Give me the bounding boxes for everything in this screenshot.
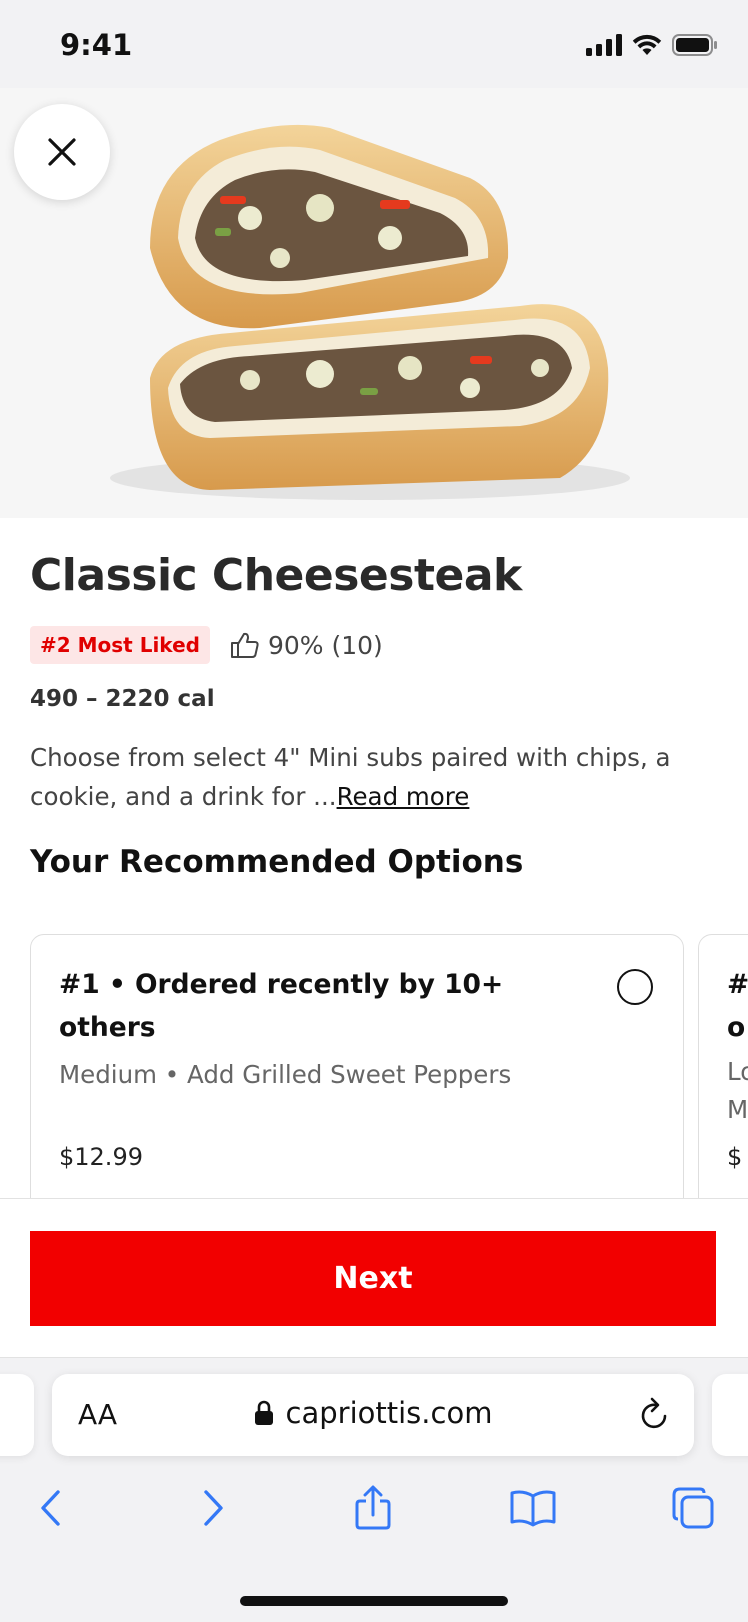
read-more-link[interactable]: Read more: [337, 782, 470, 811]
tabs-button[interactable]: [663, 1478, 723, 1538]
status-icons: [586, 34, 718, 56]
option-title: #1 • Ordered recently by 10+ others: [59, 969, 504, 1043]
rating: 90% (10): [230, 631, 383, 660]
next-button[interactable]: Next: [30, 1231, 716, 1326]
url-display[interactable]: capriottis.com: [52, 1396, 694, 1430]
cheesesteak-illustration: [0, 88, 748, 518]
option-details: Medium • Add Grilled Sweet Peppers: [59, 1060, 512, 1089]
product-image: [0, 88, 748, 518]
forward-button[interactable]: [184, 1478, 244, 1538]
previous-tab-preview[interactable]: [0, 1374, 34, 1456]
option-2-price: $: [727, 1143, 743, 1171]
share-button[interactable]: [343, 1478, 403, 1538]
address-bar[interactable]: AA capriottis.com: [52, 1374, 694, 1456]
back-icon: [41, 1490, 60, 1526]
signal-icon: [586, 34, 622, 56]
reload-icon: [641, 1397, 667, 1429]
close-button[interactable]: [14, 104, 110, 200]
option-2-title-line1: #: [727, 969, 748, 1000]
product-title: Classic Cheesesteak: [30, 550, 522, 601]
recommended-section-title: Your Recommended Options: [30, 844, 524, 880]
bookmarks-button[interactable]: [503, 1478, 563, 1538]
action-bar: Next: [0, 1198, 748, 1358]
status-bar: 9:41: [0, 0, 748, 88]
rating-value: 90% (10): [267, 630, 383, 660]
recommended-option-card-2[interactable]: # o Lo M $: [698, 934, 748, 1198]
forward-icon: [204, 1490, 223, 1526]
browser-toolbar: [0, 1478, 748, 1548]
next-tab-preview[interactable]: [712, 1374, 748, 1456]
product-page: Classic Cheesesteak #2 Most Liked 90% (1…: [0, 88, 748, 1198]
wifi-icon: [632, 34, 662, 55]
bookmarks-icon: [510, 1490, 556, 1527]
tabs-icon: [672, 1487, 714, 1529]
close-icon: [48, 138, 76, 166]
url-text: capriottis.com: [285, 1396, 493, 1430]
option-2-title-line2: o: [727, 1012, 746, 1043]
option-2-details: Lo M: [727, 1057, 748, 1124]
product-description: Choose from select 4" Mini subs paired w…: [30, 738, 710, 816]
option-price: $12.99: [59, 1143, 143, 1171]
recommended-option-card[interactable]: #1 • Ordered recently by 10+ others Medi…: [30, 934, 684, 1198]
browser-chrome: AA capriottis.com: [0, 1358, 748, 1622]
badge-row: #2 Most Liked 90% (10): [30, 625, 383, 665]
back-button[interactable]: [20, 1478, 80, 1538]
share-icon: [355, 1485, 391, 1530]
reload-button[interactable]: [638, 1396, 672, 1436]
most-liked-badge: #2 Most Liked: [30, 626, 210, 664]
battery-icon: [672, 34, 717, 56]
lock-icon: [254, 1400, 273, 1425]
home-indicator: [240, 1596, 508, 1606]
thumbs-up-icon: [230, 632, 259, 658]
option-radio[interactable]: [617, 969, 653, 1005]
calories: 490 – 2220 cal: [30, 686, 215, 712]
status-time: 9:41: [60, 28, 133, 62]
